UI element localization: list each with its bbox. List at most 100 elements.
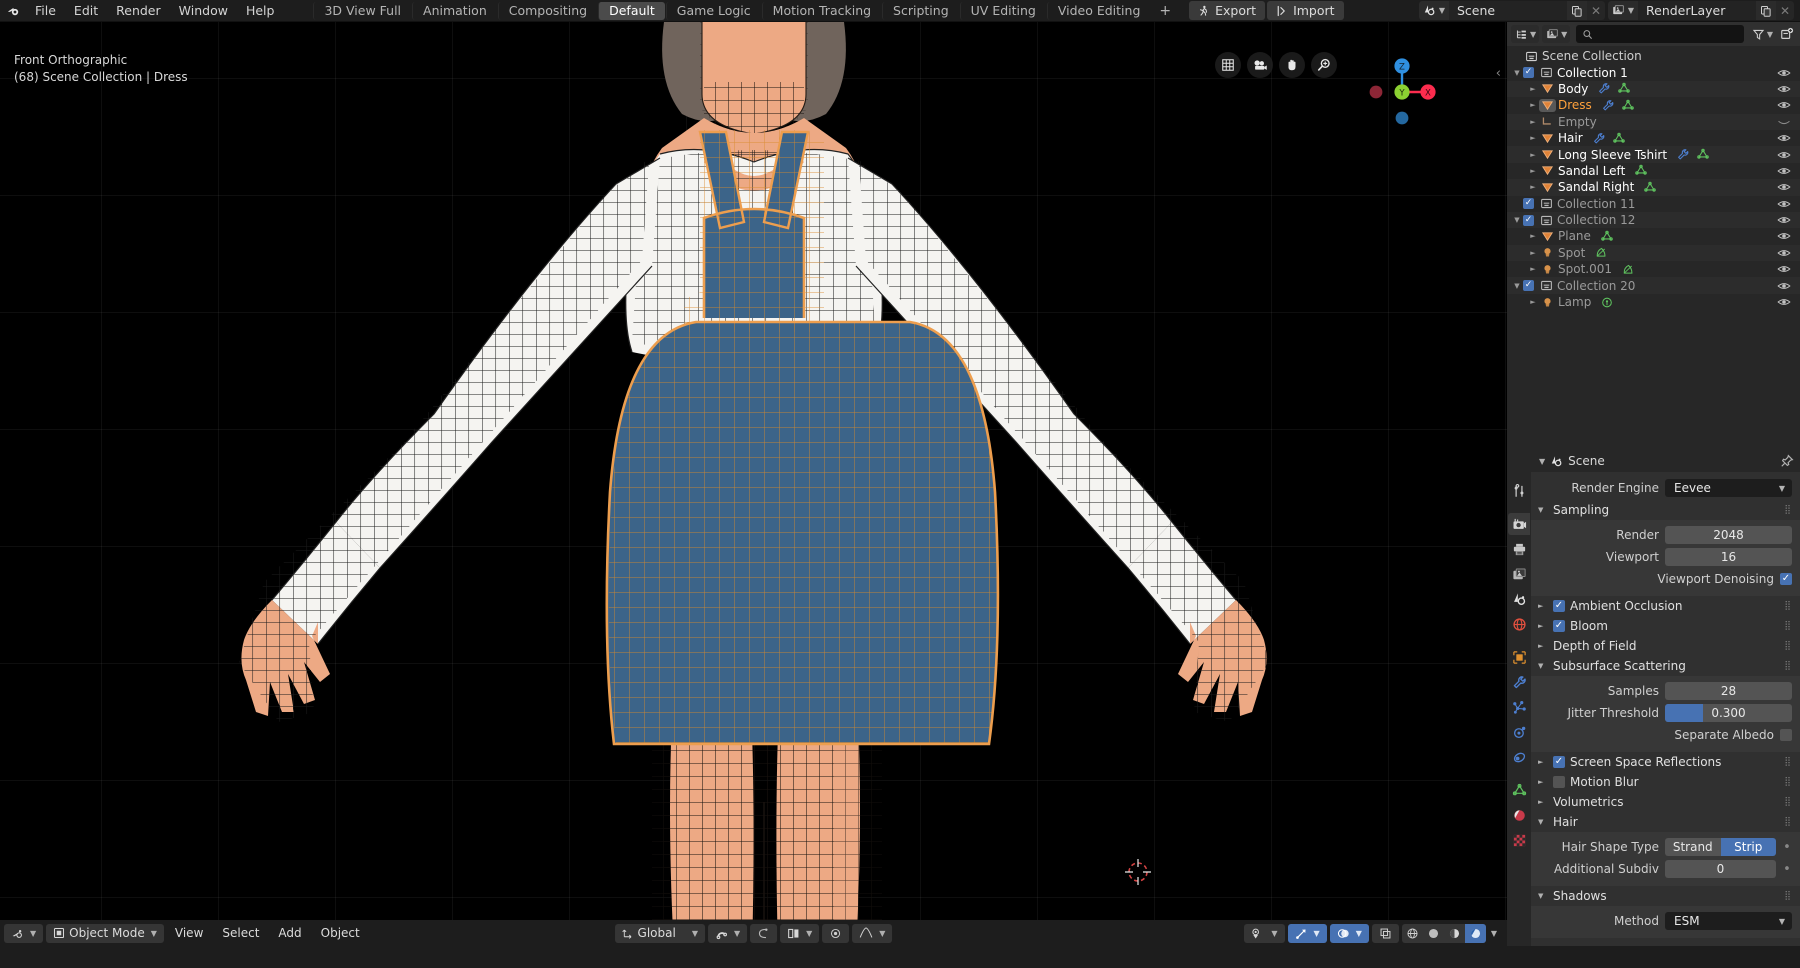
outliner-row[interactable]: ► Empty — [1507, 113, 1800, 130]
additional-subdiv-field[interactable]: 0 — [1665, 860, 1776, 878]
viewport-menu-select[interactable]: Select — [214, 924, 267, 943]
snap-options[interactable]: ▼ — [707, 923, 748, 943]
expand-triangle-icon[interactable]: ► — [1527, 101, 1539, 109]
expand-triangle-icon[interactable]: ► — [1527, 232, 1539, 240]
pivot-point-selector[interactable]: ▼ — [780, 923, 820, 943]
viewport-menu-add[interactable]: Add — [270, 924, 309, 943]
workspace-tab-uv-editing[interactable]: UV Editing — [959, 1, 1046, 20]
mesh-data-icon[interactable] — [1621, 99, 1635, 112]
mesh-data-icon[interactable] — [1634, 164, 1648, 177]
view-layer-icon[interactable]: ▼ — [1608, 1, 1638, 20]
scene-unlink-icon[interactable]: ✕ — [1587, 1, 1605, 20]
shading-solid-icon[interactable] — [1423, 924, 1444, 943]
sampling-viewport-field[interactable]: 16 — [1665, 548, 1792, 566]
character-model[interactable] — [104, 22, 1404, 920]
eye-icon[interactable] — [1777, 130, 1791, 146]
mesh-data-icon[interactable] — [1643, 181, 1657, 194]
outliner-row[interactable]: ► Spot.001 — [1507, 261, 1800, 277]
outliner-search-field[interactable] — [1598, 27, 1738, 41]
export-button[interactable]: Export — [1189, 1, 1266, 20]
zoom-icon[interactable] — [1311, 52, 1337, 78]
shading-material-preview-icon[interactable] — [1444, 924, 1465, 943]
eye-closed-icon[interactable] — [1777, 114, 1791, 130]
sss-samples-field[interactable]: 28 — [1665, 682, 1792, 700]
expand-triangle-icon[interactable]: ► — [1527, 167, 1539, 175]
add-workspace-button[interactable]: + — [1151, 2, 1179, 20]
properties-content[interactable]: Render Engine Eevee ▼ ▼ Sampling ⣿ Rende… — [1531, 472, 1800, 946]
workspace-tab-default[interactable]: Default — [598, 1, 665, 20]
section-depth-of-field[interactable]: ► Depth of Field ⣿ — [1531, 636, 1800, 656]
properties-tab-world[interactable] — [1508, 613, 1530, 635]
section-volumetrics[interactable]: ► Volumetrics ⣿ — [1531, 792, 1800, 812]
expand-triangle-icon[interactable]: ▼ — [1511, 216, 1523, 224]
properties-tab-modifiers[interactable] — [1508, 671, 1530, 693]
eye-icon[interactable] — [1777, 97, 1791, 113]
eye-icon[interactable] — [1777, 261, 1791, 277]
light-data-icon[interactable] — [1594, 246, 1608, 259]
view-layer-new-copy-icon[interactable] — [1756, 1, 1776, 20]
outliner-row[interactable]: ► Plane — [1507, 228, 1800, 244]
workspace-tab-3d-view-full[interactable]: 3D View Full — [313, 1, 411, 20]
animate-property-dot-icon[interactable]: • — [1782, 863, 1792, 876]
expand-triangle-icon[interactable]: ► — [1527, 134, 1539, 142]
collection-enable-checkbox[interactable] — [1523, 280, 1534, 292]
screen-space-reflections-checkbox[interactable] — [1553, 756, 1565, 768]
light-data-icon[interactable] — [1621, 263, 1635, 276]
expand-triangle-icon[interactable]: ► — [1527, 118, 1539, 126]
properties-tab-object-data[interactable] — [1508, 779, 1530, 801]
outliner-row[interactable]: ▼ Collection 20 — [1507, 277, 1800, 294]
section-sampling[interactable]: ▼ Sampling ⣿ — [1531, 500, 1800, 520]
workspace-tab-scripting[interactable]: Scripting — [882, 1, 959, 20]
point-light-data-icon[interactable] — [1600, 296, 1614, 309]
expand-triangle-icon[interactable]: ▼ — [1511, 69, 1523, 77]
workspace-tab-motion-tracking[interactable]: Motion Tracking — [761, 1, 881, 20]
view-layer-remove-icon[interactable]: ✕ — [1776, 1, 1794, 20]
xray-toggle[interactable] — [1371, 923, 1399, 943]
properties-tab-constraints[interactable] — [1508, 746, 1530, 768]
collection-enable-checkbox[interactable] — [1523, 67, 1534, 79]
outliner-display-mode-icon[interactable]: ▼ — [1511, 25, 1540, 43]
shading-wireframe-icon[interactable] — [1402, 924, 1423, 943]
hand-icon[interactable] — [1279, 52, 1305, 78]
section-screen-space-reflections[interactable]: ► Screen Space Reflections ⣿ — [1531, 752, 1800, 772]
scene-name-field[interactable]: Scene — [1449, 1, 1567, 20]
expand-triangle-icon[interactable]: ► — [1527, 151, 1539, 159]
eye-icon[interactable] — [1777, 212, 1791, 228]
expand-triangle-icon[interactable]: ► — [1527, 265, 1539, 273]
snap-target-toggle[interactable] — [822, 923, 850, 943]
outliner-row-scene-collection[interactable]: ▼ Scene Collection — [1507, 48, 1800, 64]
properties-tab-scene[interactable] — [1508, 588, 1530, 610]
menu-render[interactable]: Render — [107, 2, 170, 20]
expand-triangle-icon[interactable]: ► — [1527, 85, 1539, 93]
shadow-method-dropdown[interactable]: ESM ▼ — [1665, 912, 1792, 930]
scene-cone-icon[interactable]: ▼ — [1419, 1, 1449, 20]
properties-tab-particles[interactable] — [1508, 696, 1530, 718]
modifier-icon[interactable] — [1676, 148, 1690, 161]
collection-enable-checkbox[interactable] — [1523, 198, 1534, 210]
outliner-tree[interactable]: ▼ Scene Collection ▼ Collection 1 — [1507, 46, 1800, 450]
viewport-denoising-checkbox[interactable] — [1780, 573, 1792, 585]
section-motion-blur[interactable]: ► Motion Blur ⣿ — [1531, 772, 1800, 792]
overlays-toggle[interactable]: ▼ — [1329, 923, 1369, 943]
outliner-row[interactable]: ► Long Sleeve Tshirt — [1507, 146, 1800, 163]
sidebar-collapse-arrow-icon[interactable]: ‹ — [1496, 66, 1501, 81]
workspace-tab-video-editing[interactable]: Video Editing — [1046, 1, 1151, 20]
outliner-row[interactable]: ► Lamp — [1507, 294, 1800, 310]
outliner-row[interactable]: ► Sandal Left — [1507, 163, 1800, 179]
camera-icon[interactable] — [1247, 52, 1273, 78]
menu-window[interactable]: Window — [170, 2, 237, 20]
proportional-editing-toggle[interactable] — [750, 923, 778, 943]
eye-icon[interactable] — [1777, 294, 1791, 310]
gizmo-toggle[interactable]: ▼ — [1287, 923, 1327, 943]
mesh-data-icon[interactable] — [1612, 132, 1626, 145]
collection-enable-checkbox[interactable] — [1523, 214, 1534, 226]
properties-tab-object[interactable] — [1508, 646, 1530, 668]
animate-property-dot-icon[interactable]: • — [1782, 841, 1792, 854]
properties-tab-texture[interactable] — [1508, 829, 1530, 851]
pin-icon[interactable] — [1780, 454, 1794, 468]
hair-shape-strand-option[interactable]: Strand — [1665, 838, 1721, 856]
view-layer-name-field[interactable]: RenderLayer — [1638, 1, 1756, 20]
menu-help[interactable]: Help — [237, 2, 284, 20]
sss-jitter-slider[interactable]: 0.300 — [1665, 704, 1792, 722]
view-layer-selector[interactable]: ▼ RenderLayer ✕ — [1608, 1, 1794, 20]
